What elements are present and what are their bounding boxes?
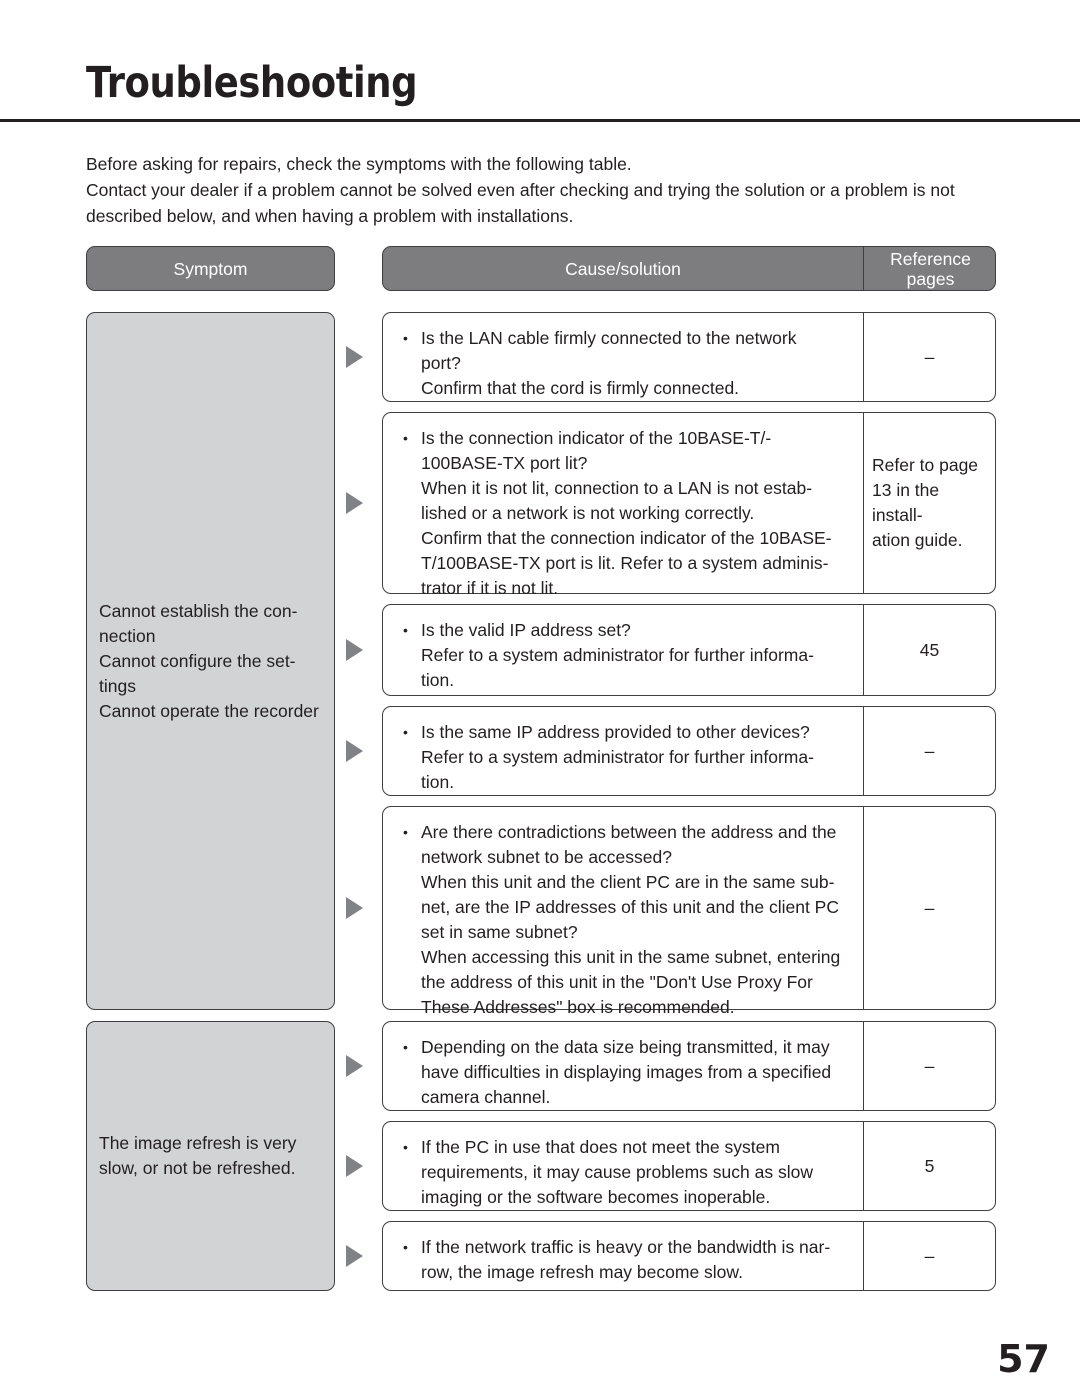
cause-detail-line: When this unit and the client PC are in … bbox=[421, 872, 835, 892]
reference-page-text: – bbox=[924, 1245, 935, 1266]
cause-detail-line: lished or a network is not working corre… bbox=[421, 503, 755, 523]
cause-detail-line: T/100BASE-TX port is lit. Refer to a sys… bbox=[421, 553, 829, 573]
bullet-item: Depending on the data size being transmi… bbox=[403, 1035, 853, 1060]
cause-solution-cell: Depending on the data size being transmi… bbox=[383, 1022, 863, 1110]
reference-page-cell: 5 bbox=[863, 1122, 995, 1210]
triangle-right-icon bbox=[346, 346, 363, 368]
symptom-line: nection bbox=[99, 625, 156, 646]
cause-detail-line: set in same subnet? bbox=[421, 922, 578, 942]
symptom-text: The image refresh is very slow, or not be… bbox=[99, 1131, 322, 1181]
bullet-item: Is the same IP address provided to other… bbox=[403, 720, 853, 745]
reference-page-text: Refer to page 13 in the install-ation gui… bbox=[872, 455, 979, 550]
table-row: Depending on the data size being transmi… bbox=[382, 1021, 996, 1111]
column-header-cause-solution: Cause/solution Reference pages bbox=[382, 246, 996, 291]
cause-detail-line: trator if it is not lit. bbox=[421, 578, 559, 598]
reference-page-cell: – bbox=[863, 707, 995, 795]
bullet-item-wrap: network subnet to be accessed? bbox=[421, 847, 672, 867]
cause-detail-line: net, are the IP addresses of this unit a… bbox=[421, 897, 839, 917]
cause-detail-line: Refer to a system administrator for furt… bbox=[421, 747, 814, 767]
table-row: Is the valid IP address set?Refer to a s… bbox=[382, 604, 996, 696]
reference-page-cell: – bbox=[863, 313, 995, 401]
cause-detail-line: When accessing this unit in the same sub… bbox=[421, 947, 841, 967]
symptom-line: Cannot configure the set- bbox=[99, 650, 296, 671]
column-header-cause-label: Cause/solution bbox=[565, 258, 681, 279]
cause-detail-line: When it is not lit, connection to a LAN … bbox=[421, 478, 813, 498]
table-header-row: Symptom Cause/solution Reference pages bbox=[0, 246, 1080, 291]
cause-solution-cell: Is the LAN cable firmly connected to the… bbox=[383, 313, 863, 401]
cause-solution-cell: If the PC in use that does not meet the … bbox=[383, 1122, 863, 1210]
cause-detail-line: Confirm that the cord is firmly connecte… bbox=[421, 378, 740, 398]
table-row: Is the LAN cable firmly connected to the… bbox=[382, 312, 996, 402]
bullet-item: Is the valid IP address set? bbox=[403, 618, 853, 643]
reference-page-text: 45 bbox=[919, 639, 940, 660]
column-header-reference-pages-label: Reference pages bbox=[890, 248, 971, 289]
bullet-item-wrap: row, the image refresh may become slow. bbox=[421, 1262, 743, 1282]
reference-page-text: – bbox=[924, 1055, 935, 1076]
triangle-right-icon bbox=[346, 639, 363, 661]
table-row: If the PC in use that does not meet the … bbox=[382, 1121, 996, 1211]
bullet-item: If the PC in use that does not meet the … bbox=[403, 1135, 853, 1160]
bullet-item-wrap: port? bbox=[421, 353, 461, 373]
reference-page-cell: Refer to page 13 in the install-ation gui… bbox=[863, 413, 995, 593]
reference-page-text: – bbox=[924, 897, 935, 918]
symptom-line: Cannot operate the recorder bbox=[99, 700, 319, 721]
triangle-right-icon bbox=[346, 897, 363, 919]
reference-page-cell: – bbox=[863, 807, 995, 1009]
intro-line-2: Contact your dealer if a problem cannot … bbox=[86, 180, 955, 200]
cause-detail-line: Refer to a system administrator for furt… bbox=[421, 645, 814, 665]
symptom-line: tings bbox=[99, 675, 136, 696]
column-header-symptom-label: Symptom bbox=[173, 258, 248, 279]
bullet-item-wrap: 100BASE-TX port lit? bbox=[421, 453, 588, 473]
triangle-right-icon bbox=[346, 740, 363, 762]
reference-page-text: 5 bbox=[924, 1155, 935, 1176]
bullet-item-wrap: have difficulties in displaying images f… bbox=[421, 1062, 832, 1082]
column-header-reference-pages: Reference pages bbox=[863, 247, 997, 290]
reference-page-cell: – bbox=[863, 1022, 995, 1110]
bullet-item: Are there contradictions between the add… bbox=[403, 820, 853, 845]
column-header-symptom: Symptom bbox=[86, 246, 335, 291]
reference-page-text: – bbox=[924, 346, 935, 367]
bullet-item: Is the LAN cable firmly connected to the… bbox=[403, 326, 853, 351]
symptom-text: Cannot establish the con-nection Cannot c… bbox=[99, 599, 322, 724]
cause-detail-line: Confirm that the connection indicator of… bbox=[421, 528, 832, 548]
reference-page-text: – bbox=[924, 740, 935, 761]
cause-solution-cell: Is the same IP address provided to other… bbox=[383, 707, 863, 795]
symptom-cell: Cannot establish the con-nection Cannot c… bbox=[86, 312, 335, 1010]
table-row: Is the same IP address provided to other… bbox=[382, 706, 996, 796]
intro-line-1: Before asking for repairs, check the sym… bbox=[86, 154, 632, 174]
cause-detail-line: tion. bbox=[421, 670, 455, 690]
cause-solution-cell: Is the valid IP address set?Refer to a s… bbox=[383, 605, 863, 695]
bullet-item: Is the connection indicator of the 10BAS… bbox=[403, 426, 853, 451]
page-number: 57 bbox=[997, 1337, 1050, 1381]
cause-detail-line: the address of this unit in the "Don't U… bbox=[421, 972, 813, 992]
triangle-right-icon bbox=[346, 1245, 363, 1267]
symptom-line: The image refresh is very bbox=[99, 1133, 297, 1153]
table-row: Are there contradictions between the add… bbox=[382, 806, 996, 1017]
page-title: Troubleshooting bbox=[86, 58, 418, 108]
reference-page-cell: 45 bbox=[863, 605, 995, 695]
bullet-item-wrap: imaging or the software becomes inoperab… bbox=[421, 1187, 771, 1207]
cause-detail-line: These Addresses" box is recommended. bbox=[421, 997, 735, 1017]
triangle-right-icon bbox=[346, 1055, 363, 1077]
symptom-line: Cannot establish the con- bbox=[99, 600, 298, 621]
cause-solution-cell: Are there contradictions between the add… bbox=[383, 807, 863, 1017]
symptom-line: slow, or not be refreshed. bbox=[99, 1158, 296, 1178]
bullet-item-wrap: requirements, it may cause problems such… bbox=[421, 1162, 813, 1182]
triangle-right-icon bbox=[346, 1155, 363, 1177]
bullet-item-wrap: camera channel. bbox=[421, 1087, 551, 1107]
table-row: If the network traffic is heavy or the b… bbox=[382, 1221, 996, 1291]
table-row: Is the connection indicator of the 10BAS… bbox=[382, 412, 996, 598]
troubleshooting-table: Symptom Cause/solution Reference pages Ca… bbox=[0, 246, 1080, 1291]
intro-paragraph: Before asking for repairs, check the sym… bbox=[86, 151, 996, 229]
title-divider bbox=[0, 119, 1080, 122]
triangle-right-icon bbox=[346, 492, 363, 514]
intro-line-3: described below, and when having a probl… bbox=[86, 206, 574, 226]
cause-solution-cell: Is the connection indicator of the 10BAS… bbox=[383, 413, 863, 598]
cause-solution-cell: If the network traffic is heavy or the b… bbox=[383, 1222, 863, 1290]
symptom-cell: The image refresh is very slow, or not be… bbox=[86, 1021, 335, 1291]
reference-page-cell: – bbox=[863, 1222, 995, 1290]
bullet-item: If the network traffic is heavy or the b… bbox=[403, 1235, 853, 1260]
cause-detail-line: tion. bbox=[421, 772, 455, 792]
